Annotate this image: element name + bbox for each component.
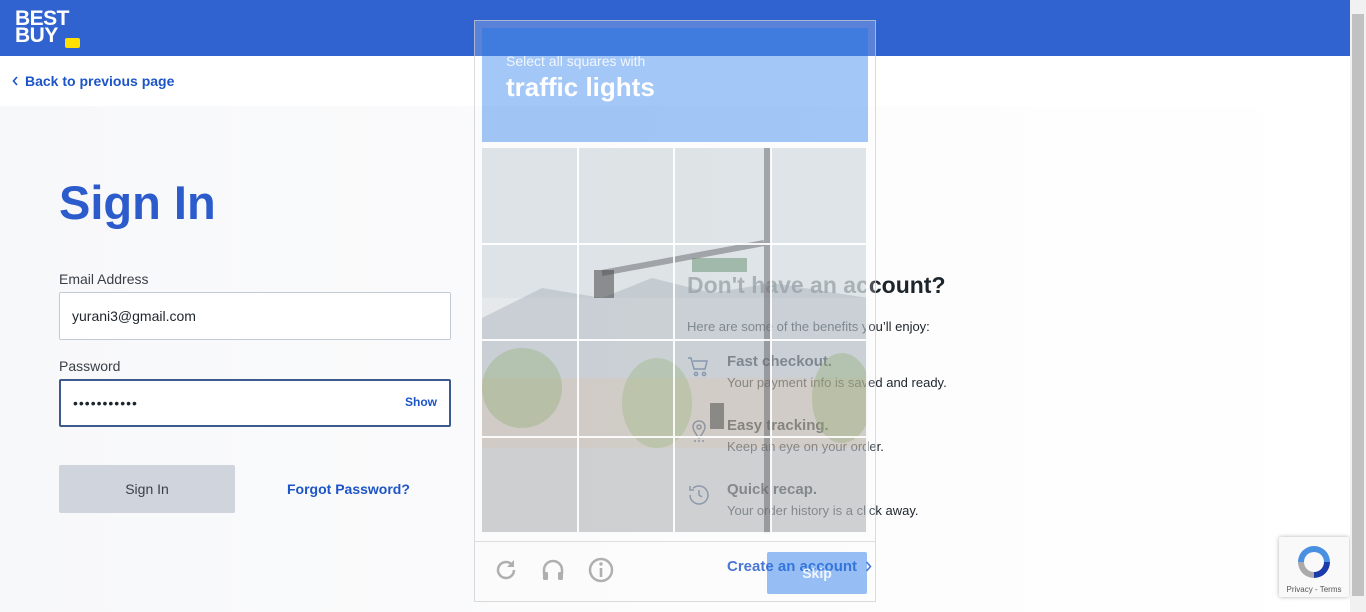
page-scrollbar[interactable]	[1350, 0, 1366, 612]
captcha-tile[interactable]	[675, 341, 772, 438]
captcha-tile[interactable]	[675, 244, 772, 341]
captcha-tile[interactable]	[482, 148, 579, 245]
captcha-tile[interactable]	[578, 244, 675, 341]
captcha-tile[interactable]	[675, 148, 772, 245]
forgot-password-link[interactable]: Forgot Password?	[287, 481, 410, 497]
captcha-tile[interactable]	[482, 244, 579, 341]
password-field[interactable]: ••••••••••• Show	[59, 379, 451, 427]
recaptcha-challenge: Select all squares with traffic lights S…	[474, 20, 876, 602]
captcha-tile[interactable]	[771, 148, 868, 245]
captcha-tile[interactable]	[578, 437, 675, 534]
recaptcha-logo-icon	[1298, 546, 1330, 578]
captcha-tile[interactable]	[675, 437, 772, 534]
captcha-image-grid	[482, 148, 868, 534]
captcha-tile[interactable]	[771, 437, 868, 534]
captcha-target: traffic lights	[506, 72, 655, 102]
reload-icon[interactable]	[492, 556, 520, 584]
captcha-tile[interactable]	[771, 244, 868, 341]
email-value: yurani3@gmail.com	[72, 308, 196, 324]
chevron-left-icon	[12, 76, 18, 86]
captcha-tile[interactable]	[482, 341, 579, 438]
best-buy-logo[interactable]: BEST BUY	[15, 8, 85, 50]
captcha-tiles	[482, 148, 868, 534]
audio-icon[interactable]	[539, 556, 567, 584]
email-label: Email Address	[59, 271, 149, 287]
captcha-header: Select all squares with traffic lights	[482, 28, 868, 142]
back-link-label: Back to previous page	[25, 73, 175, 89]
password-label: Password	[59, 358, 121, 374]
show-password-button[interactable]: Show	[405, 395, 437, 409]
recaptcha-badge[interactable]: Privacy - Terms	[1279, 537, 1349, 597]
captcha-instruction: Select all squares with	[506, 53, 646, 69]
recaptcha-privacy-terms[interactable]: Privacy - Terms	[1279, 585, 1349, 594]
captcha-footer: Skip	[475, 541, 875, 602]
password-value: •••••••••••	[73, 395, 138, 411]
info-icon[interactable]	[587, 556, 615, 584]
back-to-previous-link[interactable]: Back to previous page	[12, 73, 174, 89]
email-field[interactable]: yurani3@gmail.com	[59, 292, 451, 340]
captcha-tile[interactable]	[771, 341, 868, 438]
captcha-tile[interactable]	[578, 148, 675, 245]
captcha-tile[interactable]	[578, 341, 675, 438]
captcha-tile[interactable]	[482, 437, 579, 534]
sign-in-button[interactable]: Sign In	[59, 465, 235, 513]
logo-tag-icon	[65, 38, 80, 48]
skip-button[interactable]: Skip	[767, 552, 867, 594]
scrollbar-thumb[interactable]	[1352, 14, 1364, 596]
page-title: Sign In	[59, 176, 216, 229]
